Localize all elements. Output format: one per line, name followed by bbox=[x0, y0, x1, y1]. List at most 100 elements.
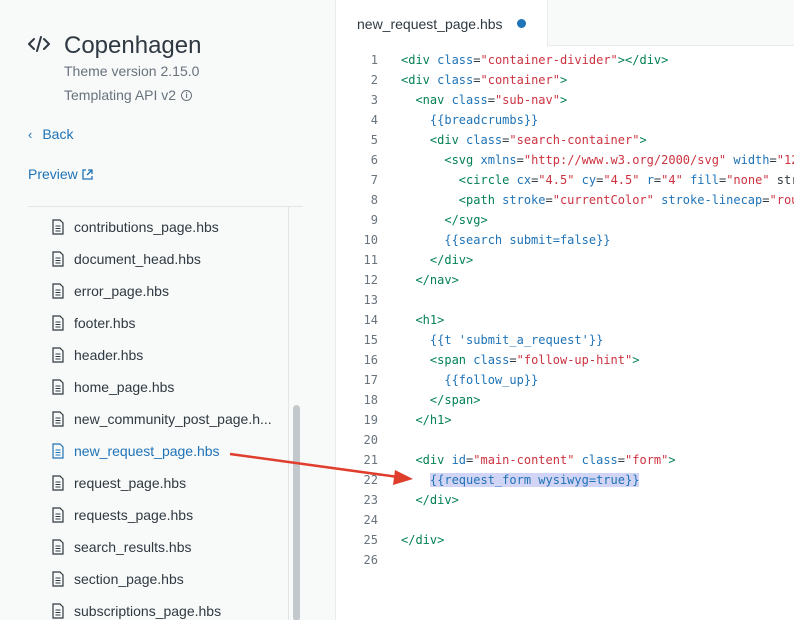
code-line: 12 </nav> bbox=[337, 270, 794, 290]
code-line: 6 <svg xmlns="http://www.w3.org/2000/svg… bbox=[337, 150, 794, 170]
line-number: 25 bbox=[363, 533, 378, 547]
file-item[interactable]: subscriptions_page.hbs bbox=[28, 595, 288, 620]
code-line: 1 <div class="container-divider"></div> bbox=[337, 50, 794, 70]
line-number: 2 bbox=[370, 73, 378, 87]
code-line: 10 {{search submit=false}} bbox=[337, 230, 794, 250]
line-number: 7 bbox=[370, 173, 378, 187]
line-content: </nav> bbox=[415, 273, 459, 287]
code-line: 25 </div> bbox=[337, 530, 794, 550]
code-area[interactable]: 1 <div class="container-divider"></div> 2 <… bbox=[337, 50, 794, 570]
code-line: 22 {{request_form wysiwyg=true}} bbox=[337, 470, 794, 490]
file-name: search_results.hbs bbox=[74, 539, 192, 555]
external-link-icon bbox=[82, 168, 93, 180]
code-line: 17 {{follow_up}} bbox=[337, 370, 794, 390]
file-item[interactable]: error_page.hbs bbox=[28, 275, 288, 307]
file-panel: contributions_page.hbs document_head.hbse… bbox=[28, 206, 303, 620]
code-line: 15 {{t 'submit_a_request'}} bbox=[337, 330, 794, 350]
line-number: 19 bbox=[363, 413, 378, 427]
preview-label: Preview bbox=[28, 166, 78, 182]
file-item[interactable]: new_request_page.hbs bbox=[28, 435, 288, 467]
line-content: <svg xmlns="http://www.w3.org/2000/svg" … bbox=[444, 153, 794, 167]
file-item[interactable]: footer.hbs bbox=[28, 307, 288, 339]
line-content: {{breadcrumbs}} bbox=[429, 113, 539, 127]
line-number: 3 bbox=[370, 93, 378, 107]
file-name: home_page.hbs bbox=[74, 379, 175, 395]
code-line: 14 <h1> bbox=[337, 310, 794, 330]
file-item[interactable]: home_page.hbs bbox=[28, 371, 288, 403]
code-editor: new_request_page.hbs 1 <div class="contai… bbox=[337, 0, 794, 620]
code-line: 19 </h1> bbox=[337, 410, 794, 430]
line-number: 8 bbox=[370, 193, 378, 207]
line-content: <nav class="sub-nav"> bbox=[415, 93, 568, 107]
file-item[interactable]: header.hbs bbox=[28, 339, 288, 371]
file-list: contributions_page.hbs document_head.hbse… bbox=[28, 211, 288, 620]
line-number: 4 bbox=[370, 113, 378, 127]
file-name: footer.hbs bbox=[74, 315, 136, 331]
line-number: 22 bbox=[363, 473, 378, 487]
file-name: subscriptions_page.hbs bbox=[74, 603, 222, 619]
code-line: 20 bbox=[337, 430, 794, 450]
editor-tab-bar: new_request_page.hbs bbox=[337, 0, 794, 47]
scrollbar-thumb[interactable] bbox=[293, 405, 300, 620]
tab-new-request-page[interactable]: new_request_page.hbs bbox=[337, 0, 548, 47]
file-icon bbox=[52, 347, 64, 363]
file-name: new_community_post_page.h... bbox=[74, 411, 272, 427]
file-name: error_page.hbs bbox=[74, 283, 169, 299]
file-name: section_page.hbs bbox=[74, 571, 184, 587]
theme-version: Theme version 2.15.0 bbox=[64, 63, 200, 79]
line-content: {{t 'submit_a_request'}} bbox=[429, 333, 604, 347]
file-list-scrollbar[interactable] bbox=[288, 207, 303, 620]
back-link[interactable]: ‹ Back bbox=[28, 126, 73, 142]
line-number: 5 bbox=[370, 133, 378, 147]
line-content: {{follow_up}} bbox=[444, 373, 539, 387]
back-label: Back bbox=[42, 126, 74, 142]
line-number: 6 bbox=[370, 153, 378, 167]
info-icon[interactable]: i bbox=[181, 89, 193, 101]
code-line: 3 <nav class="sub-nav"> bbox=[337, 90, 794, 110]
line-content: <span class="follow-up-hint"> bbox=[429, 353, 640, 367]
line-number: 18 bbox=[363, 393, 378, 407]
code-line: 16 <span class="follow-up-hint"> bbox=[337, 350, 794, 370]
code-line: 4 {{breadcrumbs}} bbox=[337, 110, 794, 130]
file-item[interactable]: document_head.hbs bbox=[28, 243, 288, 275]
file-item[interactable]: section_page.hbs bbox=[28, 563, 288, 595]
file-icon bbox=[52, 379, 64, 395]
file-item[interactable]: new_community_post_page.h... bbox=[28, 403, 288, 435]
line-content: </div> bbox=[401, 533, 445, 547]
file-name: requests_page.hbs bbox=[74, 507, 194, 523]
line-content: </div> bbox=[429, 253, 474, 267]
file-icon bbox=[52, 443, 64, 459]
line-number: 1 bbox=[370, 53, 378, 67]
file-icon bbox=[52, 411, 64, 427]
file-item[interactable]: contributions_page.hbs bbox=[28, 211, 288, 243]
preview-link[interactable]: Preview bbox=[28, 166, 93, 182]
line-number: 14 bbox=[363, 313, 378, 327]
code-line: 9 </svg> bbox=[337, 210, 794, 230]
line-content: </h1> bbox=[415, 413, 452, 427]
line-number: 20 bbox=[363, 433, 378, 447]
code-line: 21 <div id="main-content" class="form"> bbox=[337, 450, 794, 470]
theme-name: Copenhagen bbox=[64, 32, 202, 59]
theme-sidebar: Copenhagen Theme version 2.15.0 Templati… bbox=[0, 0, 336, 620]
code-line: 2 <div class="container"> bbox=[337, 70, 794, 90]
line-content: </div> bbox=[415, 493, 459, 507]
file-icon bbox=[52, 315, 64, 331]
line-content: <path stroke="currentColor" stroke-linec… bbox=[458, 193, 794, 207]
chevron-left-icon: ‹ bbox=[28, 126, 33, 142]
line-number: 11 bbox=[363, 253, 378, 267]
file-item[interactable]: request_page.hbs bbox=[28, 467, 288, 499]
file-name: request_page.hbs bbox=[74, 475, 187, 491]
file-item[interactable]: search_results.hbs bbox=[28, 531, 288, 563]
templating-api: Templating API v2 i bbox=[64, 87, 193, 103]
code-line: 23 </div> bbox=[337, 490, 794, 510]
code-icon bbox=[28, 36, 50, 52]
line-content: <div class="container"> bbox=[401, 73, 568, 87]
line-content: </svg> bbox=[444, 213, 488, 227]
file-item[interactable]: requests_page.hbs bbox=[28, 499, 288, 531]
file-icon bbox=[52, 539, 64, 555]
line-content: <circle cx="4.5" cy="4.5" r="4" fill="no… bbox=[458, 173, 794, 187]
file-name: header.hbs bbox=[74, 347, 144, 363]
code-line: 5 <div class="search-container"> bbox=[337, 130, 794, 150]
line-number: 16 bbox=[363, 353, 378, 367]
tab-label: new_request_page.hbs bbox=[357, 15, 503, 32]
